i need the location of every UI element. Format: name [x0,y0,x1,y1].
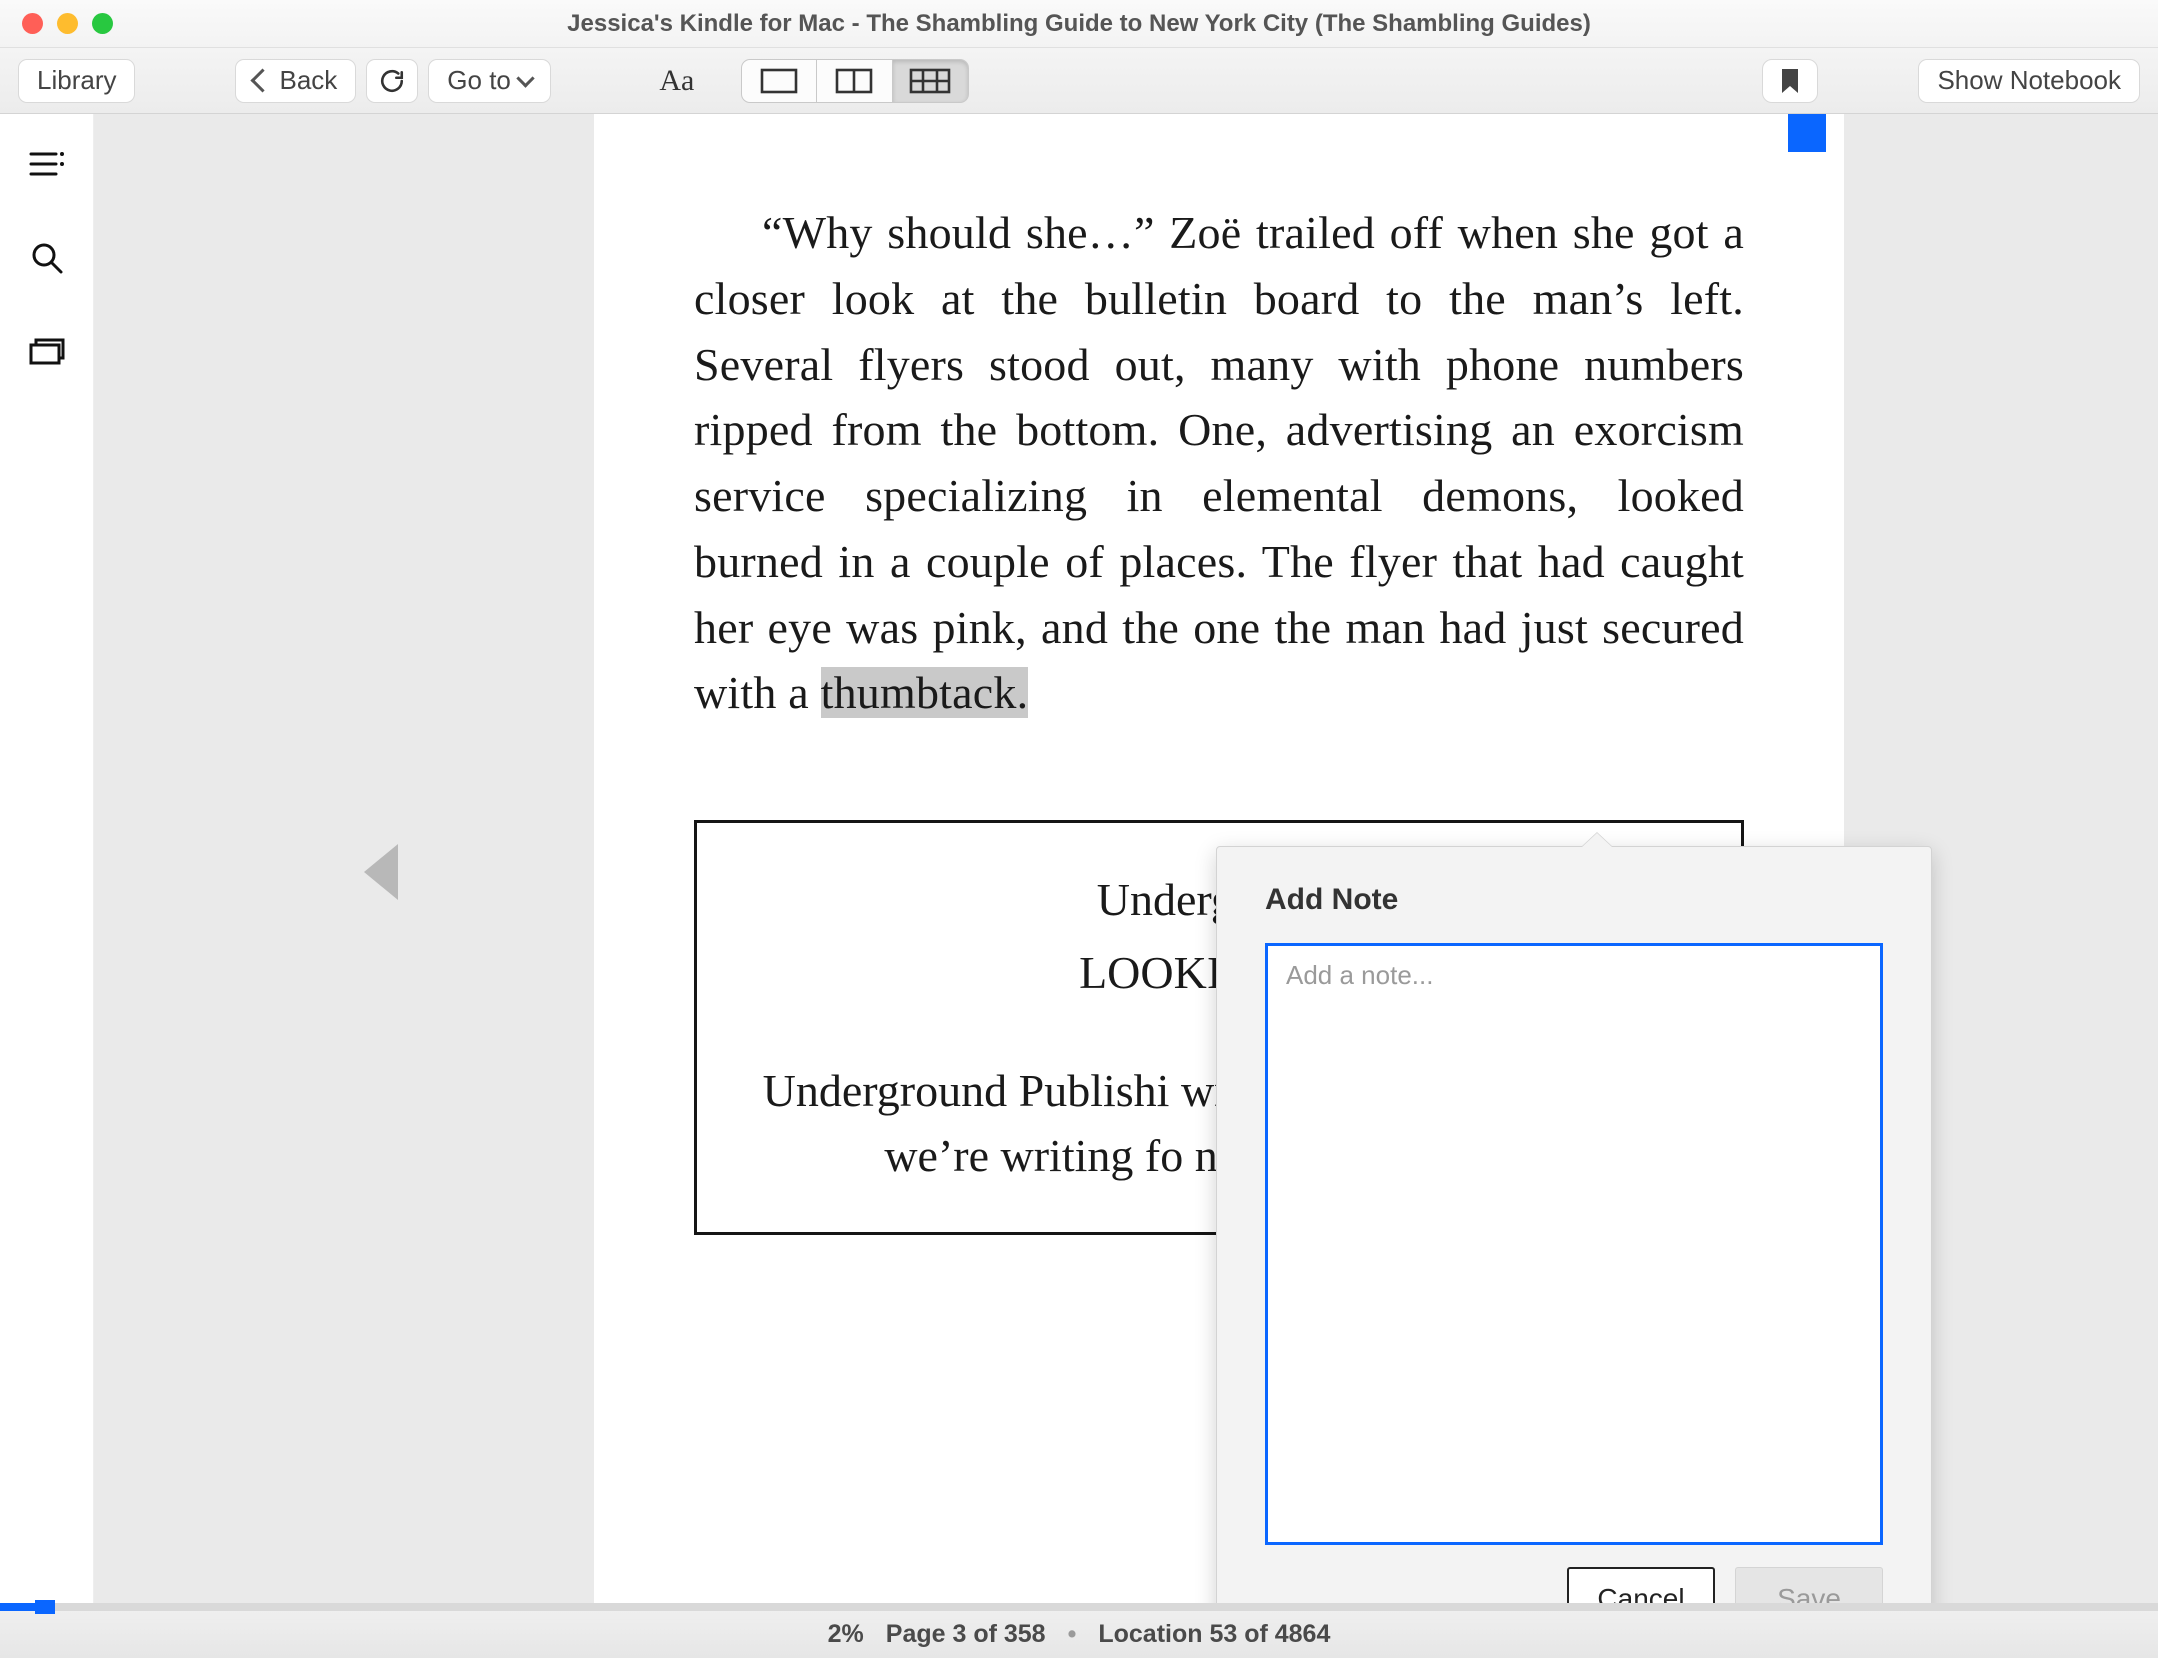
progress-knob[interactable] [35,1600,55,1614]
window-title: Jessica's Kindle for Mac - The Shambling… [567,10,1591,38]
location-indicator: Location 53 of 4864 [1098,1620,1330,1649]
single-column-icon [759,67,799,95]
search-icon [30,241,64,275]
layout-multi-column[interactable] [893,59,969,103]
left-sidebar [0,114,94,1610]
popover-title: Add Note [1217,847,1931,943]
two-column-icon [834,67,874,95]
library-button[interactable]: Library [18,59,135,103]
cards-icon [28,337,66,367]
layout-segmented-control [741,59,969,103]
fullscreen-window-button[interactable] [92,13,113,34]
page-indicator: Page 3 of 358 [886,1620,1046,1649]
back-button[interactable]: Back [235,59,356,103]
paragraph: “Why should she…” Zoë trailed off when s… [694,200,1744,726]
chevron-left-icon [254,65,271,96]
separator-dot: • [1068,1620,1077,1649]
add-note-popover: Add Note Cancel Save [1216,846,1932,1610]
font-settings-button[interactable]: Aa [651,59,703,103]
font-icon: Aa [659,64,694,98]
window-controls [0,13,113,34]
toc-button[interactable] [27,144,67,184]
minimize-window-button[interactable] [57,13,78,34]
note-textarea[interactable] [1265,943,1883,1545]
close-window-button[interactable] [22,13,43,34]
paragraph-text: “Why should she…” Zoë trailed off when s… [694,207,1744,718]
layout-single-column[interactable] [741,59,817,103]
library-label: Library [37,65,116,96]
bookmark-icon [1780,67,1800,95]
search-button[interactable] [27,238,67,278]
sync-icon [379,68,405,94]
show-notebook-button[interactable]: Show Notebook [1918,59,2140,103]
progress-percent: 2% [828,1620,864,1649]
popover-actions: Cancel Save [1217,1545,1931,1610]
goto-label: Go to [447,65,511,96]
flashcards-button[interactable] [27,332,67,372]
toc-icon [28,149,66,179]
titlebar: Jessica's Kindle for Mac - The Shambling… [0,0,2158,48]
chevron-down-icon [519,65,532,96]
progress-bar[interactable] [0,1603,2158,1611]
page-marker[interactable] [1788,114,1826,152]
layout-two-column[interactable] [817,59,893,103]
reading-pane: “Why should she…” Zoë trailed off when s… [94,114,2158,1610]
sync-button[interactable] [366,59,418,103]
highlighted-text[interactable]: thumbtack. [821,667,1029,718]
back-label: Back [279,65,337,96]
previous-page-button[interactable] [364,844,398,900]
multi-column-icon [908,67,952,95]
content-area: “Why should she…” Zoë trailed off when s… [0,114,2158,1610]
show-notebook-label: Show Notebook [1937,65,2121,96]
footer: 2% Page 3 of 358 • Location 53 of 4864 [0,1610,2158,1658]
toolbar: Library Back Go to Aa [0,48,2158,114]
goto-button[interactable]: Go to [428,59,551,103]
bookmark-button[interactable] [1762,59,1818,103]
